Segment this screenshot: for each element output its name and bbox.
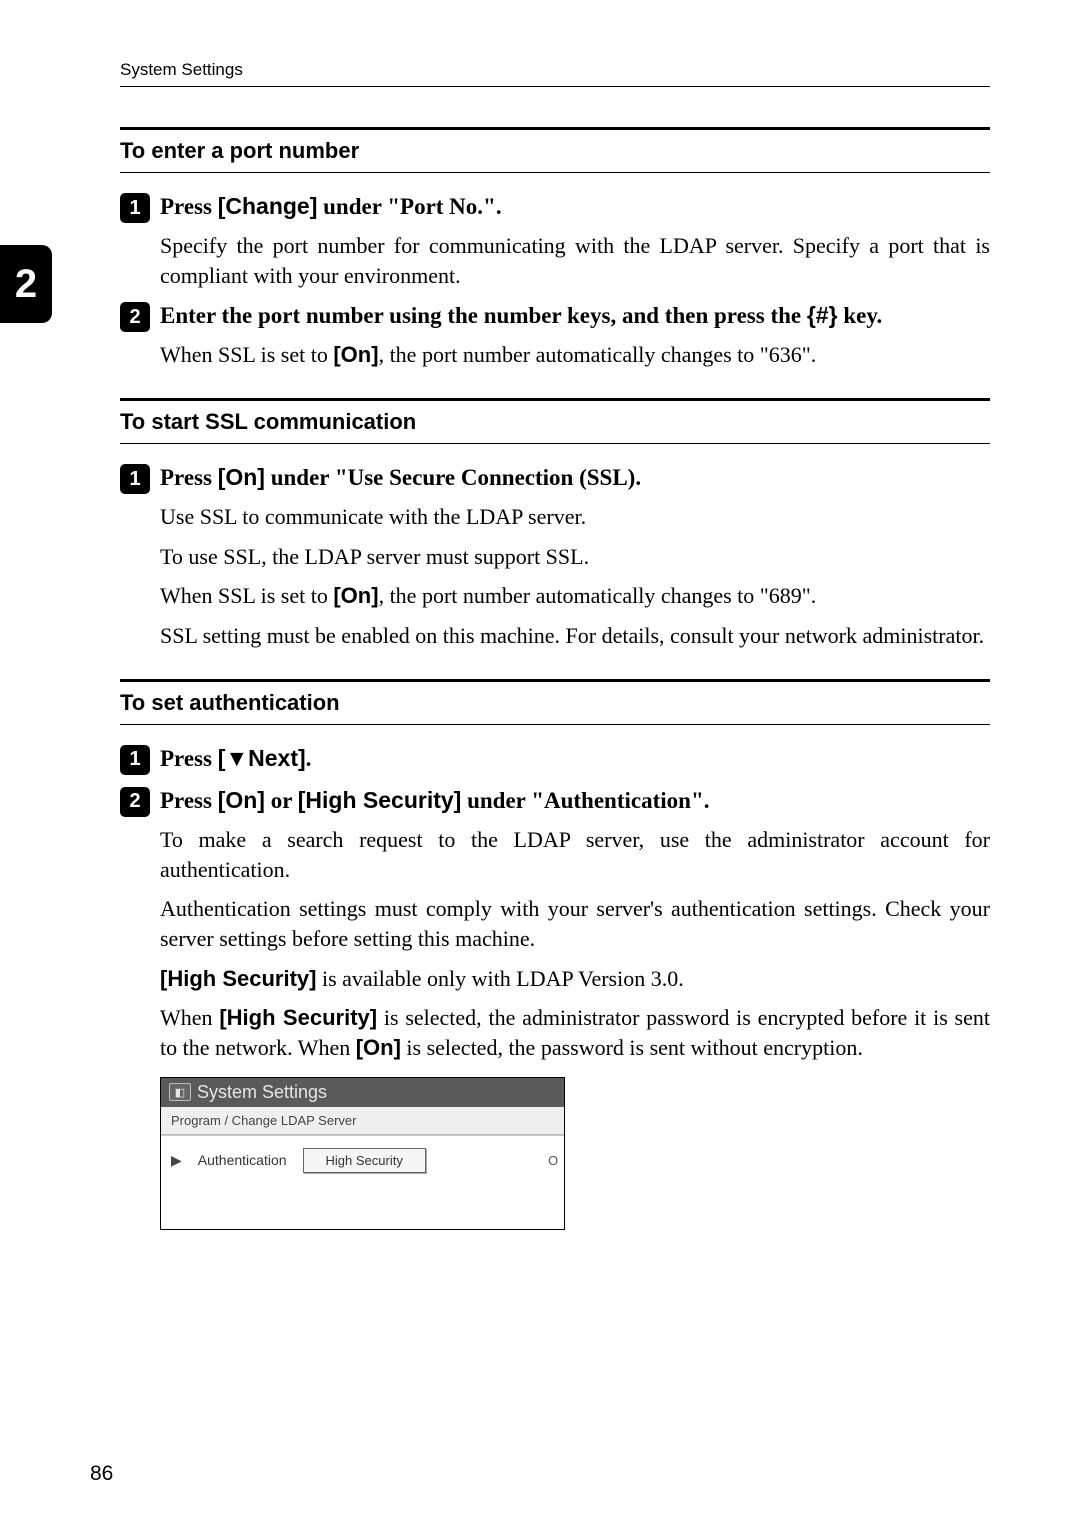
step-instruction: Enter the port number using the number k… xyxy=(160,300,882,331)
text: is available only with LDAP Version 3.0. xyxy=(316,966,683,991)
next-button-label: [▼Next] xyxy=(218,745,306,771)
step-auth-2: 2 Press [On] or [High Security] under "A… xyxy=(120,785,990,1230)
step-number-icon: 2 xyxy=(120,302,150,332)
section-title-port: To enter a port number xyxy=(120,127,990,173)
body-text: To make a search request to the LDAP ser… xyxy=(160,825,990,884)
screenshot-subtitle: Program / Change LDAP Server xyxy=(161,1107,564,1135)
screenshot-body: ▶ Authentication High Security O xyxy=(161,1135,564,1229)
step-number-icon: 1 xyxy=(120,464,150,494)
section-title-ssl: To start SSL communication xyxy=(120,398,990,444)
step-port-2: 2 Enter the port number using the number… xyxy=(120,300,990,370)
text: When SSL is set to xyxy=(160,342,333,367)
text: , the port number automatically changes … xyxy=(379,342,817,367)
high-security-button-label: [High Security] xyxy=(298,787,462,813)
body-text: SSL setting must be enabled on this mach… xyxy=(160,621,990,651)
text: , the port number automatically changes … xyxy=(379,583,817,608)
change-button-label: [Change] xyxy=(218,193,318,219)
text: . xyxy=(306,746,312,771)
body-text: [High Security] is available only with L… xyxy=(160,964,990,994)
text: Press xyxy=(160,746,218,771)
text: under "Use Secure Connection (SSL). xyxy=(265,465,641,490)
section-title-auth: To set authentication xyxy=(120,679,990,725)
text: key. xyxy=(838,303,883,328)
body-text: Authentication settings must comply with… xyxy=(160,894,990,953)
step-instruction: Press [Change] under "Port No.". xyxy=(160,191,502,222)
system-settings-icon: ◧ xyxy=(169,1083,191,1101)
high-security-button-label: [High Security] xyxy=(160,966,316,991)
on-button-label: [On] xyxy=(356,1035,401,1060)
text: under "Port No.". xyxy=(317,194,501,219)
text: Press xyxy=(160,788,218,813)
body-text: When SSL is set to [On], the port number… xyxy=(160,340,990,370)
on-button-label: [On] xyxy=(333,342,378,367)
body-text: When [High Security] is selected, the ad… xyxy=(160,1003,990,1062)
page-content: System Settings To enter a port number 1… xyxy=(0,0,1080,1280)
on-button-label: [On] xyxy=(218,464,265,490)
step-auth-1: 1 Press [▼Next]. xyxy=(120,743,990,775)
step-port-1: 1 Press [Change] under "Port No.". Speci… xyxy=(120,191,990,290)
step-instruction: Press [▼Next]. xyxy=(160,743,311,774)
running-head: System Settings xyxy=(120,60,990,87)
body-text: Use SSL to communicate with the LDAP ser… xyxy=(160,502,990,532)
screenshot-titlebar: ◧ System Settings xyxy=(161,1078,564,1107)
high-security-button[interactable]: High Security xyxy=(303,1148,426,1173)
triangle-right-icon: ▶ xyxy=(171,1152,182,1169)
body-text: Specify the port number for communicatin… xyxy=(160,231,990,290)
step-ssl-1: 1 Press [On] under "Use Secure Connectio… xyxy=(120,462,990,651)
on-button-label: [On] xyxy=(218,787,265,813)
cropped-text: O xyxy=(548,1153,554,1168)
text: under "Authentication". xyxy=(461,788,709,813)
text: Enter the port number using the number k… xyxy=(160,303,807,328)
body-text: When SSL is set to [On], the port number… xyxy=(160,581,990,611)
step-number-icon: 1 xyxy=(120,745,150,775)
page-number: 86 xyxy=(90,1462,113,1486)
authentication-row-label: Authentication xyxy=(198,1152,287,1168)
step-number-icon: 2 xyxy=(120,787,150,817)
text: When xyxy=(160,1005,219,1030)
text: Press xyxy=(160,465,218,490)
on-button-label: [On] xyxy=(333,583,378,608)
step-instruction: Press [On] or [High Security] under "Aut… xyxy=(160,785,709,816)
text: is selected, the password is sent withou… xyxy=(401,1035,863,1060)
text: When SSL is set to xyxy=(160,583,333,608)
body-text: To use SSL, the LDAP server must support… xyxy=(160,542,990,572)
hash-key-label: {#} xyxy=(807,302,838,328)
screenshot-title: System Settings xyxy=(197,1082,327,1103)
text: or xyxy=(265,788,298,813)
step-number-icon: 1 xyxy=(120,193,150,223)
embedded-screenshot: ◧ System Settings Program / Change LDAP … xyxy=(160,1077,565,1230)
step-instruction: Press [On] under "Use Secure Connection … xyxy=(160,462,641,493)
text: Press xyxy=(160,194,218,219)
high-security-button-label: [High Security] xyxy=(219,1005,377,1030)
